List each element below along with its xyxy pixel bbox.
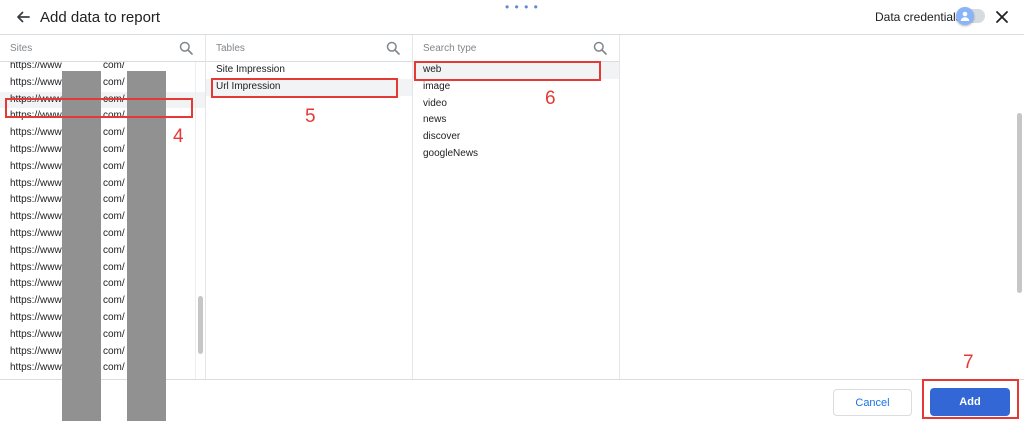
site-url-prefix: https://www <box>10 261 62 273</box>
back-arrow-icon[interactable] <box>14 8 32 26</box>
data-source-columns: Sites https://www com/https://www com/http… <box>0 34 1024 421</box>
site-url-suffix: com/ <box>103 76 125 88</box>
search-type-item-googlenews[interactable]: googleNews <box>413 146 619 163</box>
data-credentials-toggle[interactable] <box>956 7 985 25</box>
site-url-suffix: com/ <box>103 345 125 357</box>
toggle-knob <box>956 7 974 25</box>
site-url-prefix: https://www <box>10 227 62 239</box>
tables-header: Tables <box>206 35 412 62</box>
annotation-number-4: 4 <box>173 126 184 147</box>
site-url-suffix: com/ <box>103 261 125 273</box>
site-url-suffix: com/ <box>103 143 125 155</box>
site-url-suffix: com/ <box>103 244 125 256</box>
site-item[interactable]: https://www com/ <box>0 209 205 226</box>
site-url-prefix: https://www <box>10 177 62 189</box>
search-type-item-image[interactable]: image <box>413 79 619 96</box>
sites-column: Sites https://www com/https://www com/http… <box>0 35 206 421</box>
search-type-search-icon[interactable] <box>593 41 607 55</box>
site-url-prefix: https://www <box>10 194 62 206</box>
site-url-suffix: com/ <box>103 194 125 206</box>
site-url-suffix: com/ <box>103 160 125 172</box>
site-url-suffix: com/ <box>103 362 125 374</box>
redaction-block <box>127 71 166 421</box>
site-item[interactable]: https://www com/ <box>0 344 205 361</box>
site-item[interactable]: https://www com/ <box>0 62 205 75</box>
site-item[interactable]: https://www com/ <box>0 327 205 344</box>
site-url-prefix: https://www <box>10 345 62 357</box>
data-credentials-label: Data credentials: <box>875 10 966 24</box>
site-url-suffix: com/ <box>103 328 125 340</box>
site-url-prefix: https://www <box>10 127 62 139</box>
site-item[interactable]: https://www com/ <box>0 293 205 310</box>
site-url-prefix: https://www <box>10 62 62 71</box>
site-item[interactable]: https://www com/ <box>0 192 205 209</box>
site-item[interactable]: https://www com/ <box>0 226 205 243</box>
annotation-box-table <box>211 78 398 98</box>
add-button[interactable]: Add <box>930 388 1010 416</box>
site-url-suffix: com/ <box>103 127 125 139</box>
site-url-prefix: https://www <box>10 278 62 290</box>
site-url-suffix: com/ <box>103 227 125 239</box>
annotation-box-search-type <box>414 61 601 81</box>
annotation-number-6: 6 <box>545 88 556 109</box>
annotation-number-7: 7 <box>963 352 974 373</box>
site-item[interactable]: https://www com/ <box>0 176 205 193</box>
drag-handle[interactable]: • • • • <box>505 0 539 14</box>
site-item[interactable]: https://www com/ <box>0 360 205 377</box>
close-icon[interactable] <box>995 10 1009 24</box>
site-item[interactable]: https://www com/ <box>0 276 205 293</box>
site-url-suffix: com/ <box>103 177 125 189</box>
site-url-prefix: https://www <box>10 362 62 374</box>
site-url-prefix: https://www <box>10 328 62 340</box>
site-url-prefix: https://www <box>10 211 62 223</box>
site-url-prefix: https://www <box>10 143 62 155</box>
site-url-prefix: https://www <box>10 311 62 323</box>
annotation-number-5: 5 <box>305 106 316 127</box>
search-type-list: web image video news discover googleNews <box>413 62 619 379</box>
annotation-box-site <box>5 98 193 118</box>
site-url-prefix: https://www <box>10 160 62 172</box>
sites-header-label: Sites <box>10 43 33 54</box>
sites-search-icon[interactable] <box>179 41 193 55</box>
site-item[interactable]: https://www com/ <box>0 243 205 260</box>
dialog-scrollbar[interactable] <box>1017 113 1022 293</box>
sites-header: Sites <box>0 35 205 62</box>
redaction-block <box>62 71 101 421</box>
person-icon <box>960 11 970 21</box>
site-item[interactable]: https://www com/ <box>0 75 205 92</box>
site-url-suffix: com/ <box>103 295 125 307</box>
search-type-item-news[interactable]: news <box>413 112 619 129</box>
tables-header-label: Tables <box>216 43 245 54</box>
site-url-suffix: com/ <box>103 211 125 223</box>
search-type-item-discover[interactable]: discover <box>413 129 619 146</box>
fields-column-empty <box>620 35 1024 379</box>
search-type-header: Search type <box>413 35 619 62</box>
tables-search-icon[interactable] <box>386 41 400 55</box>
site-item[interactable]: https://www com/ <box>0 310 205 327</box>
sites-scrollbar[interactable] <box>195 62 206 379</box>
site-item[interactable]: https://www com/ <box>0 159 205 176</box>
site-url-prefix: https://www <box>10 76 62 88</box>
site-url-suffix: com/ <box>103 62 125 71</box>
dialog-title: Add data to report <box>40 9 161 26</box>
site-url-prefix: https://www <box>10 295 62 307</box>
search-type-item-video[interactable]: video <box>413 96 619 113</box>
site-item[interactable]: https://www com/ <box>0 260 205 277</box>
table-item-site-impression[interactable]: Site Impression <box>206 62 412 79</box>
site-url-suffix: com/ <box>103 311 125 323</box>
site-url-prefix: https://www <box>10 244 62 256</box>
sites-scrollbar-thumb[interactable] <box>198 296 203 354</box>
search-type-column: Search type web image video news discove… <box>413 35 620 379</box>
search-type-header-label: Search type <box>423 43 477 54</box>
dialog-header: Add data to report • • • • Data credenti… <box>0 0 1024 34</box>
cancel-button[interactable]: Cancel <box>833 389 912 416</box>
site-url-suffix: com/ <box>103 278 125 290</box>
